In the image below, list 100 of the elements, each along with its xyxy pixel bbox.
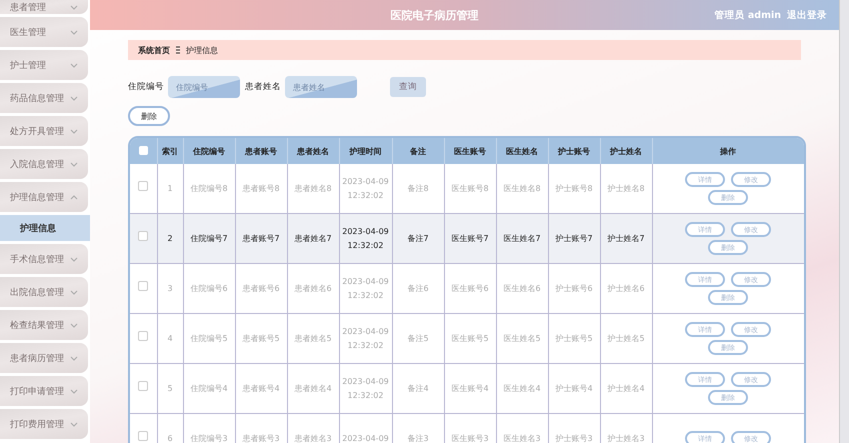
chevron-down-icon xyxy=(70,356,78,360)
sidebar-menu-item[interactable]: 打印申请管理 xyxy=(0,376,88,406)
sidebar-menu-item[interactable]: 入院信息管理 xyxy=(0,149,88,179)
table-cell: 患者账号5 xyxy=(235,314,287,364)
column-header: 备注 xyxy=(392,138,444,164)
table-cell: 护士账号7 xyxy=(548,214,600,264)
table-cell: 患者账号4 xyxy=(235,364,287,414)
chevron-down-icon xyxy=(70,290,78,294)
table-cell: 护士姓名4 xyxy=(600,364,652,414)
sidebar-menu-item[interactable]: 医生管理 xyxy=(0,17,88,47)
table-cell: 住院编号7 xyxy=(183,214,235,264)
table-cell: 护士账号3 xyxy=(548,414,600,443)
row-checkbox[interactable] xyxy=(138,231,148,241)
sidebar-menu-item[interactable]: 出院信息管理 xyxy=(0,277,88,307)
table-cell: 3 xyxy=(157,264,183,314)
table-cell: 护士姓名3 xyxy=(600,414,652,443)
table-cell: 5 xyxy=(157,364,183,414)
table-cell: 医生姓名7 xyxy=(496,214,548,264)
column-header: 患者姓名 xyxy=(287,138,339,164)
table-cell: 护士账号4 xyxy=(548,364,600,414)
row-checkbox[interactable] xyxy=(138,181,148,191)
field-label: 住院编号 xyxy=(128,81,164,93)
sidebar-menu-item[interactable]: 患者管理 xyxy=(0,0,88,14)
table-cell: 备注5 xyxy=(392,314,444,364)
app-title: 医院电子病历管理 xyxy=(389,8,480,22)
search-field[interactable]: 患者姓名 xyxy=(285,76,357,98)
chevron-up-icon xyxy=(70,194,78,200)
sidebar-submenu-item[interactable]: 护理信息 xyxy=(0,215,90,241)
column-header: 索引 xyxy=(157,138,183,164)
table-cell: 医生姓名4 xyxy=(496,364,548,414)
table-cell: 2 xyxy=(157,214,183,264)
sidebar-menu-item[interactable]: 处方开具管理 xyxy=(0,116,88,146)
field-label: 患者姓名 xyxy=(245,81,281,93)
table-cell: 护士姓名7 xyxy=(600,214,652,264)
row-checkbox[interactable] xyxy=(138,331,148,341)
sidebar-menu-item[interactable]: 打印费用管理 xyxy=(0,409,88,439)
separator-icon xyxy=(176,46,180,54)
sidebar-menu-item[interactable]: 护士管理 xyxy=(0,50,88,80)
table-cell: 住院编号3 xyxy=(183,414,235,443)
table-cell: 备注7 xyxy=(392,214,444,264)
column-header: 护士姓名 xyxy=(600,138,652,164)
sidebar-menu-item[interactable]: 护理信息管理 xyxy=(0,182,88,212)
table-cell: 护士姓名6 xyxy=(600,264,652,314)
table-cell: 护士账号6 xyxy=(548,264,600,314)
table-cell: 患者姓名3 xyxy=(287,414,339,443)
chevron-down-icon xyxy=(70,128,78,134)
chevron-down-icon xyxy=(70,162,78,166)
table-cell: 医生姓名6 xyxy=(496,264,548,314)
table-cell: 备注4 xyxy=(392,364,444,414)
breadcrumb-link[interactable]: 系统首页 xyxy=(138,44,170,56)
column-header: 护士账号 xyxy=(548,138,600,164)
sidebar-menu-item[interactable]: 患者病历管理 xyxy=(0,343,88,373)
chevron-down-icon xyxy=(70,322,78,328)
sidebar-menu-item[interactable]: 手术信息管理 xyxy=(0,244,88,274)
chevron-down-icon xyxy=(70,256,78,262)
table-cell: 4 xyxy=(157,314,183,364)
chevron-down-icon xyxy=(70,422,78,426)
user-label: 管理员 admin xyxy=(714,8,781,22)
sidebar-menu-item[interactable]: 检查结果管理 xyxy=(0,310,88,340)
column-header: 住院编号 xyxy=(183,138,235,164)
row-checkbox[interactable] xyxy=(138,281,148,291)
search-button[interactable]: 查询 xyxy=(390,77,426,97)
row-checkbox[interactable] xyxy=(138,381,148,391)
select-all-checkbox[interactable] xyxy=(138,146,148,154)
table-cell: 医生姓名5 xyxy=(496,314,548,364)
chevron-down-icon xyxy=(70,62,78,68)
table-cell: 2023-04-09 12:32:02 xyxy=(339,214,392,264)
table-cell: 医生账号6 xyxy=(444,264,496,314)
column-header: 患者账号 xyxy=(235,138,287,164)
table-cell: 住院编号4 xyxy=(183,364,235,414)
scrollbar[interactable] xyxy=(839,0,849,443)
logout-link[interactable]: 退出登录 xyxy=(787,8,827,22)
table-cell: 患者姓名7 xyxy=(287,214,339,264)
sidebar-menu-item[interactable]: 药品信息管理 xyxy=(0,83,88,113)
table-cell: 2023-04-09 xyxy=(339,414,392,443)
chevron-down-icon xyxy=(70,96,78,100)
delete-button[interactable]: 删除 xyxy=(128,106,170,126)
table-cell: 医生账号3 xyxy=(444,414,496,443)
table-cell: 医生账号4 xyxy=(444,364,496,414)
column-header: 护理时间 xyxy=(339,138,392,164)
row-checkbox[interactable] xyxy=(138,431,148,441)
table-cell: 医生账号5 xyxy=(444,314,496,364)
chevron-down-icon xyxy=(70,30,78,34)
table-cell: 2023-04-09 12:32:02 xyxy=(339,264,392,314)
table-cell: 护士账号5 xyxy=(548,314,600,364)
search-field[interactable]: 住院编号 xyxy=(168,76,240,98)
table-cell: 患者姓名5 xyxy=(287,314,339,364)
table-cell: 医生账号7 xyxy=(444,214,496,264)
table-cell: 医生姓名3 xyxy=(496,414,548,443)
column-header: 医生姓名 xyxy=(496,138,548,164)
table-cell: 备注3 xyxy=(392,414,444,443)
table-cell: 患者账号6 xyxy=(235,264,287,314)
column-header: 操作 xyxy=(652,138,804,164)
table-cell: 患者姓名6 xyxy=(287,264,339,314)
table-cell: 患者姓名4 xyxy=(287,364,339,414)
table-cell: 患者账号3 xyxy=(235,414,287,443)
chevron-down-icon xyxy=(70,388,78,394)
table-cell: 住院编号6 xyxy=(183,264,235,314)
table-cell: 2023-04-09 12:32:02 xyxy=(339,314,392,364)
table-cell: 6 xyxy=(157,414,183,443)
